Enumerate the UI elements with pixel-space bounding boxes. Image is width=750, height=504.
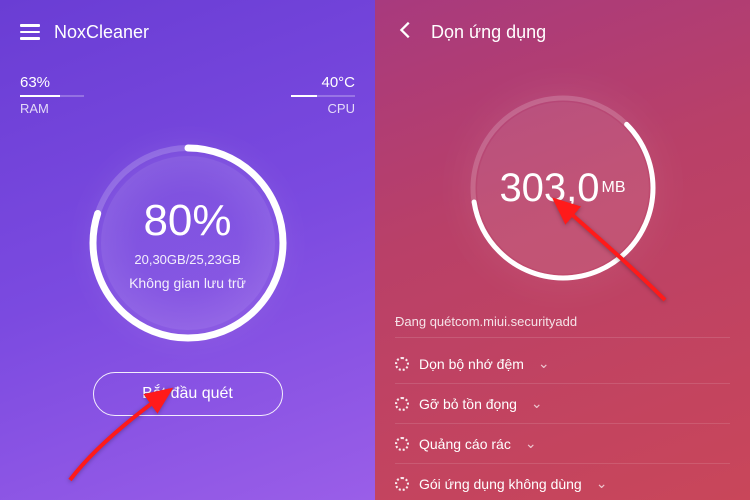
loading-spinner-icon	[395, 397, 409, 411]
screen-title: Dọn ứng dụng	[431, 22, 546, 43]
cpu-label: CPU	[328, 101, 355, 116]
scan-ring-wrap: 303,0MB	[395, 68, 730, 288]
storage-ring[interactable]: 80% 20,30GB/25,23GB Không gian lưu trữ	[83, 138, 293, 348]
ram-value: 63%	[20, 74, 84, 91]
chevron-down-icon: ⌄	[525, 435, 537, 452]
clean-item-label: Gỡ bỏ tồn đọng	[419, 396, 517, 412]
loading-spinner-icon	[395, 437, 409, 451]
clean-item[interactable]: Gói ứng dụng không dùng ⌄	[395, 464, 730, 504]
chevron-down-icon: ⌄	[538, 355, 550, 372]
scan-ring: 303,0MB	[463, 88, 663, 288]
clean-item[interactable]: Dọn bộ nhớ đệm ⌄	[395, 344, 730, 384]
noxcleaner-main-screen: NoxCleaner 63% RAM 40°C CPU 80% 20,30GB/…	[0, 0, 375, 500]
storage-ring-wrap: 80% 20,30GB/25,23GB Không gian lưu trữ	[20, 138, 355, 348]
chevron-down-icon: ⌄	[596, 475, 608, 492]
storage-percent: 80%	[143, 196, 231, 246]
header-right: Dọn ứng dụng	[395, 18, 730, 46]
clean-apps-screen: Dọn ứng dụng 303,0MB Đang quétcom.miui.s…	[375, 0, 750, 500]
scan-size-value: 303,0	[499, 166, 599, 211]
clean-item[interactable]: Quảng cáo rác ⌄	[395, 424, 730, 464]
start-scan-button[interactable]: Bắt đầu quét	[93, 372, 283, 416]
loading-spinner-icon	[395, 477, 409, 491]
clean-item-label: Dọn bộ nhớ đệm	[419, 356, 524, 372]
chevron-down-icon: ⌄	[531, 395, 543, 412]
clean-item[interactable]: Gỡ bỏ tồn đọng ⌄	[395, 384, 730, 424]
cpu-value: 40°C	[321, 74, 355, 91]
menu-icon[interactable]	[20, 24, 40, 40]
scan-ring-inner: 303,0MB	[477, 102, 649, 274]
stats-row: 63% RAM 40°C CPU	[20, 74, 355, 116]
clean-item-label: Quảng cáo rác	[419, 436, 511, 452]
back-icon[interactable]	[395, 19, 417, 46]
clean-item-list[interactable]: Dọn bộ nhớ đệm⌄Gỡ bỏ tồn đọng⌄Quảng cáo …	[395, 344, 730, 504]
cpu-stat[interactable]: 40°C CPU	[291, 74, 355, 116]
scan-status: Đang quétcom.miui.securityadd	[395, 314, 730, 338]
loading-spinner-icon	[395, 357, 409, 371]
storage-ratio: 20,30GB/25,23GB	[134, 252, 240, 267]
clean-item-label: Gói ứng dụng không dùng	[419, 476, 582, 492]
ram-label: RAM	[20, 101, 84, 116]
app-title: NoxCleaner	[54, 22, 149, 43]
scan-size-unit: MB	[602, 179, 626, 197]
start-scan-label: Bắt đầu quét	[142, 385, 233, 403]
storage-label: Không gian lưu trữ	[129, 275, 246, 291]
ram-stat[interactable]: 63% RAM	[20, 74, 84, 116]
storage-ring-inner: 80% 20,30GB/25,23GB Không gian lưu trữ	[101, 156, 275, 330]
header-left: NoxCleaner	[20, 18, 355, 46]
